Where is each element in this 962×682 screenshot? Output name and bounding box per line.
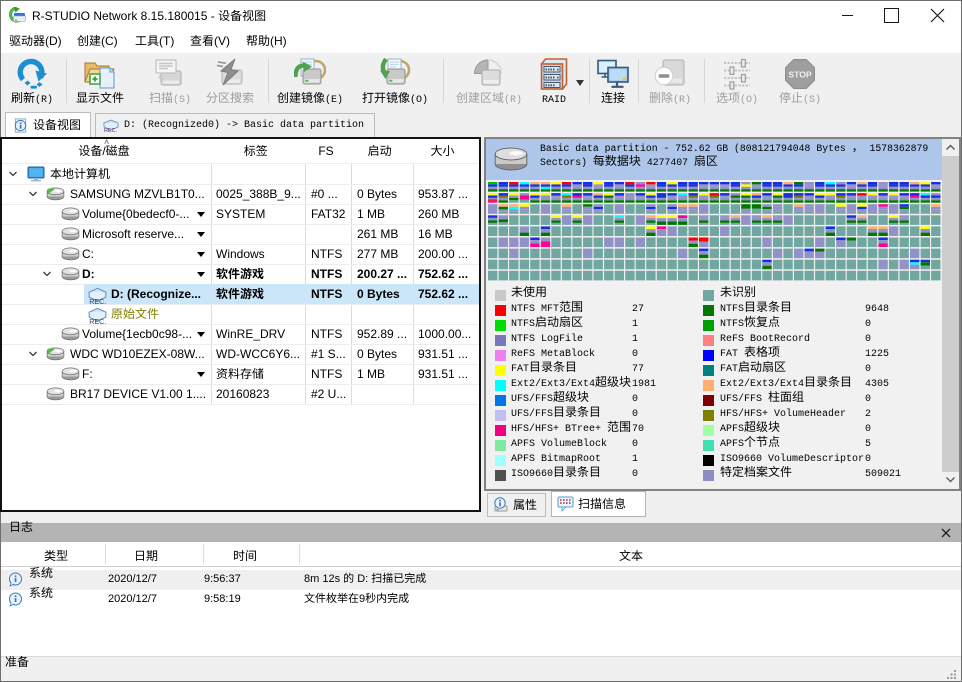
svg-text:REC.: REC. <box>104 128 118 132</box>
svg-text:STOP: STOP <box>788 69 812 79</box>
